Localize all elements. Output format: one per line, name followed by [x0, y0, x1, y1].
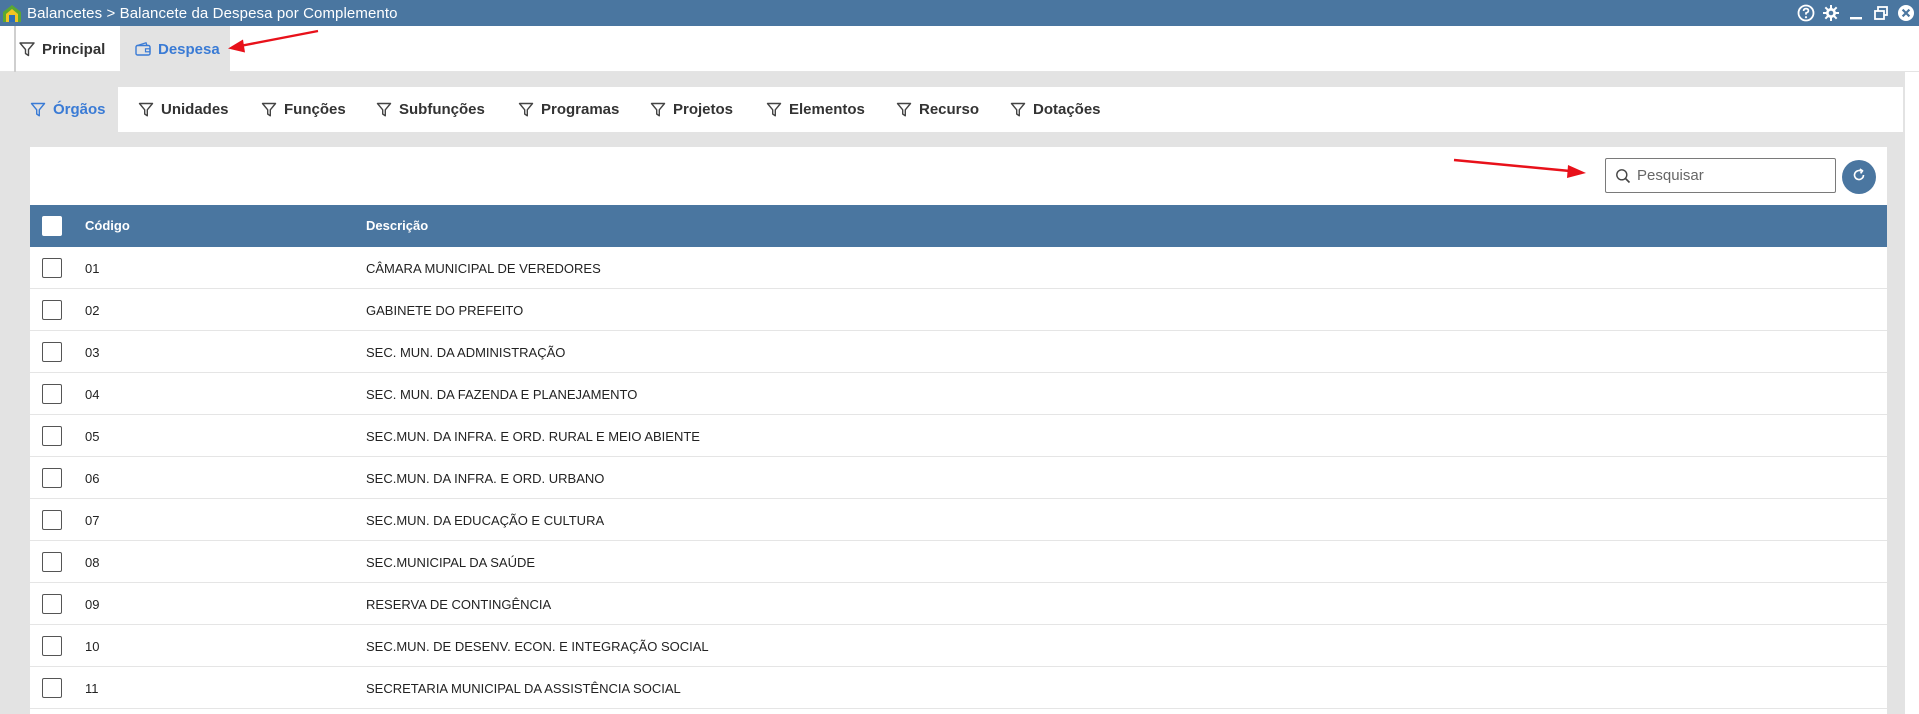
close-icon[interactable]: [1896, 3, 1915, 22]
row-description: SEC. MUN. DA FAZENDA E PLANEJAMENTO: [366, 387, 638, 402]
tab-elementos[interactable]: Elementos: [766, 87, 865, 132]
tab-orgaos-label: Órgãos: [53, 101, 106, 118]
filter-icon: [261, 101, 277, 118]
filter-icon: [138, 101, 154, 118]
table-row[interactable]: 01 CÂMARA MUNICIPAL DE VEREDORES: [30, 247, 1887, 289]
tab-funcoes-label: Funções: [284, 101, 346, 118]
row-checkbox[interactable]: [42, 384, 62, 404]
table-row[interactable]: 02 GABINETE DO PREFEITO: [30, 289, 1887, 331]
tab-projetos-label: Projetos: [673, 101, 734, 118]
row-description: GABINETE DO PREFEITO: [366, 303, 524, 318]
row-description: CÂMARA MUNICIPAL DE VEREDORES: [366, 261, 601, 276]
row-checkbox[interactable]: [42, 426, 62, 446]
tab-elementos-label: Elementos: [789, 101, 865, 118]
row-checkbox[interactable]: [42, 258, 62, 278]
refresh-button[interactable]: [1842, 160, 1876, 194]
row-checkbox[interactable]: [42, 678, 62, 698]
row-description: SEC.MUN. DA EDUCAÇÃO E CULTURA: [366, 513, 605, 528]
filter-icon: [376, 101, 392, 118]
row-code: 08: [85, 555, 100, 570]
row-code: 06: [85, 471, 100, 486]
filter-icon: [896, 101, 912, 118]
filter-icon: [30, 101, 46, 118]
table-row[interactable]: 08 SEC.MUNICIPAL DA SAÚDE: [30, 541, 1887, 583]
row-code: 02: [85, 303, 100, 318]
row-description: SEC.MUNICIPAL DA SAÚDE: [366, 555, 536, 570]
table-row[interactable]: 09 RESERVA DE CONTINGÊNCIA: [30, 583, 1887, 625]
filter-icon: [1010, 101, 1026, 118]
wallet-icon: [134, 40, 152, 58]
tab-principal-label: Principal: [42, 40, 106, 58]
row-description: RESERVA DE CONTINGÊNCIA: [366, 597, 552, 612]
row-checkbox[interactable]: [42, 468, 62, 488]
tab-recurso[interactable]: Recurso: [896, 87, 979, 132]
tab-dotacoes-label: Dotações: [1033, 101, 1101, 118]
tab-programas-label: Programas: [541, 101, 620, 118]
row-code: 01: [85, 261, 100, 276]
table-header: Código Descrição: [30, 205, 1887, 247]
tab-subfuncoes[interactable]: Subfunções: [376, 87, 485, 132]
right-edge: [1905, 72, 1919, 714]
tab-recurso-label: Recurso: [919, 101, 980, 118]
row-code: 05: [85, 429, 100, 444]
column-header-descricao[interactable]: Descrição: [366, 218, 428, 233]
filter-icon: [766, 101, 782, 118]
tab-funcoes[interactable]: Funções: [261, 87, 346, 132]
row-description: SEC.MUN. DE DESENV. ECON. E INTEGRAÇÃO S…: [366, 639, 709, 654]
select-all-checkbox[interactable]: [42, 216, 62, 236]
table-row[interactable]: 11 SECRETARIA MUNICIPAL DA ASSISTÊNCIA S…: [30, 667, 1887, 709]
search-field[interactable]: [1605, 158, 1836, 193]
column-header-codigo[interactable]: Código: [85, 218, 130, 233]
tab-orgaos[interactable]: Órgãos: [14, 87, 118, 132]
row-code: 10: [85, 639, 100, 654]
window-title: Balancetes > Balancete da Despesa por Co…: [27, 4, 398, 22]
row-description: SEC. MUN. DA ADMINISTRAÇÃO: [366, 345, 566, 360]
row-checkbox[interactable]: [42, 342, 62, 362]
row-checkbox[interactable]: [42, 300, 62, 320]
refresh-icon: [1850, 166, 1868, 189]
tab-subfuncoes-label: Subfunções: [399, 101, 485, 118]
table-row[interactable]: 04 SEC. MUN. DA FAZENDA E PLANEJAMENTO: [30, 373, 1887, 415]
row-description: SECRETARIA MUNICIPAL DA ASSISTÊNCIA SOCI…: [366, 681, 681, 696]
tab-principal[interactable]: Principal: [14, 26, 118, 72]
annotation-arrow-search: [1453, 158, 1586, 178]
help-icon[interactable]: [1796, 3, 1815, 22]
app-logo-icon: [0, 0, 24, 26]
row-code: 09: [85, 597, 100, 612]
row-description: SEC.MUN. DA INFRA. E ORD. RURAL E MEIO A…: [366, 429, 700, 444]
minimize-icon[interactable]: [1846, 3, 1865, 22]
tab-despesa-label: Despesa: [158, 40, 220, 58]
table-row[interactable]: 05 SEC.MUN. DA INFRA. E ORD. RURAL E MEI…: [30, 415, 1887, 457]
search-icon: [1615, 168, 1631, 184]
table-row[interactable]: 07 SEC.MUN. DA EDUCAÇÃO E CULTURA: [30, 499, 1887, 541]
table-row[interactable]: 03 SEC. MUN. DA ADMINISTRAÇÃO: [30, 331, 1887, 373]
row-code: 04: [85, 387, 100, 402]
tab-unidades[interactable]: Unidades: [138, 87, 229, 132]
table-row[interactable]: 06 SEC.MUN. DA INFRA. E ORD. URBANO: [30, 457, 1887, 499]
row-code: 03: [85, 345, 100, 360]
title-bar: Balancetes > Balancete da Despesa por Co…: [0, 0, 1919, 26]
tab-dotacoes[interactable]: Dotações: [1010, 87, 1101, 132]
row-checkbox[interactable]: [42, 594, 62, 614]
restore-icon[interactable]: [1871, 3, 1890, 22]
filter-icon: [650, 101, 666, 118]
table-row[interactable]: 10 SEC.MUN. DE DESENV. ECON. E INTEGRAÇÃ…: [30, 625, 1887, 667]
filter-icon: [18, 40, 36, 58]
annotation-arrow-despesa: [228, 29, 319, 53]
row-code: 11: [85, 681, 99, 696]
row-checkbox[interactable]: [42, 510, 62, 530]
tab-despesa[interactable]: Despesa: [120, 26, 230, 72]
tab-unidades-label: Unidades: [161, 101, 229, 118]
row-code: 07: [85, 513, 100, 528]
tab-projetos[interactable]: Projetos: [650, 87, 733, 132]
row-description: SEC.MUN. DA INFRA. E ORD. URBANO: [366, 471, 605, 486]
search-input[interactable]: [1637, 167, 1827, 184]
tab-programas[interactable]: Programas: [518, 87, 619, 132]
gear-icon[interactable]: [1821, 3, 1840, 22]
filter-icon: [518, 101, 534, 118]
sub-tab-bar: Órgãos Unidades Funções Subfunções Progr…: [14, 87, 1903, 132]
row-checkbox[interactable]: [42, 552, 62, 572]
row-checkbox[interactable]: [42, 636, 62, 656]
